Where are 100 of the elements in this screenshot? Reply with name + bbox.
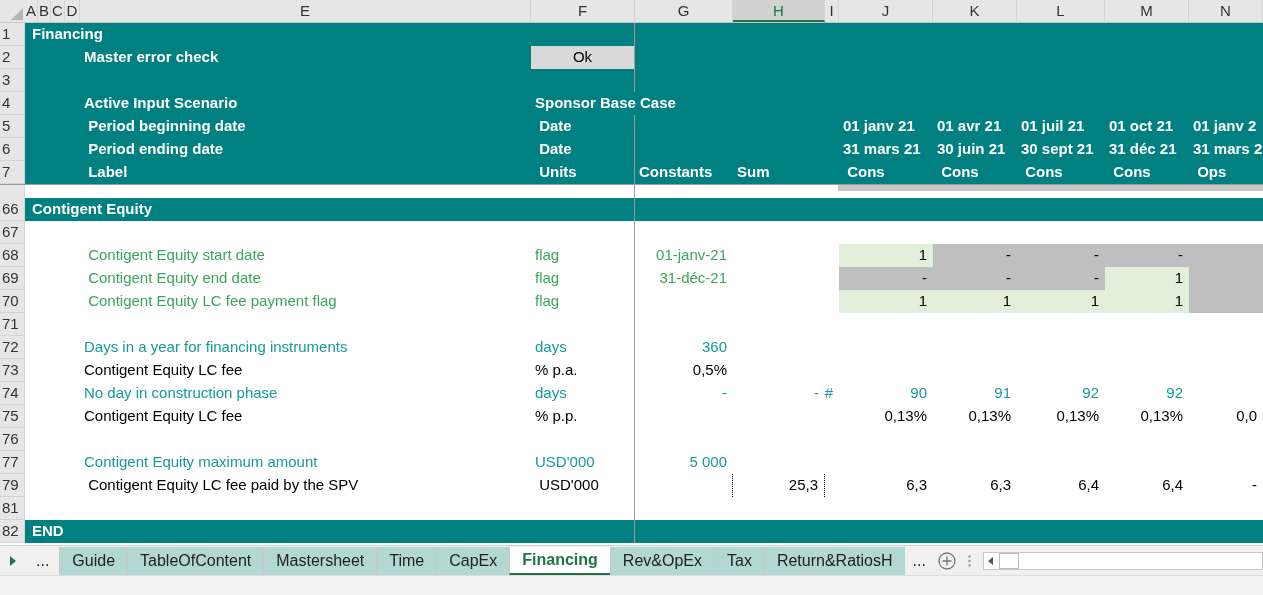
sheet-tab[interactable]: Mastersheet: [263, 546, 377, 575]
column-header[interactable]: N: [1189, 0, 1263, 22]
row-label: Master error check: [84, 47, 219, 68]
row-number[interactable]: 1: [0, 23, 25, 46]
unit-label: USD'000: [538, 475, 599, 496]
row-number[interactable]: 70: [0, 290, 25, 313]
cell-value: -: [722, 383, 727, 404]
row-number[interactable]: 79: [0, 474, 25, 497]
unit-label: flag: [535, 268, 560, 289]
cell-value: #: [824, 383, 833, 404]
cell-value: 6,4: [1162, 475, 1183, 496]
unit-label: Date: [538, 116, 572, 137]
period-heading: 01 avr 21: [937, 116, 1002, 137]
sum-cell[interactable]: 25,3: [733, 474, 825, 497]
horizontal-scrollbar[interactable]: [982, 551, 1263, 570]
scroll-left-icon[interactable]: [987, 556, 993, 565]
row-label: Contigent Equity maximum amount: [84, 452, 318, 473]
row-header[interactable]: [0, 185, 25, 198]
row-number[interactable]: 69: [0, 267, 25, 290]
section-title: Financing: [32, 24, 103, 45]
row-number[interactable]: 72: [0, 336, 25, 359]
scrollbar-thumb[interactable]: [998, 552, 1019, 569]
row-label: Contigent Equity LC fee paid by the SPV: [87, 475, 359, 496]
flag-cell[interactable]: -: [933, 267, 1017, 290]
period-heading: 01 janv 21: [843, 116, 915, 137]
row-number[interactable]: 71: [0, 313, 25, 336]
more-sheets[interactable]: ...: [36, 548, 50, 573]
period-heading: Cons: [846, 162, 885, 183]
sheet-tab[interactable]: TableOfContent: [127, 546, 264, 575]
period-heading: 01 oct 21: [1109, 116, 1174, 137]
column-heading: Sum: [737, 162, 770, 183]
row-number[interactable]: 5: [0, 115, 25, 138]
sheet-tab[interactable]: Return&RatiosH: [763, 546, 905, 575]
row-number[interactable]: 74: [0, 382, 25, 405]
row-label: No day in construction phase: [84, 383, 278, 404]
sheet-tab[interactable]: Rev&OpEx: [609, 546, 714, 575]
sheet-tab[interactable]: Time: [376, 546, 437, 575]
row-number[interactable]: 76: [0, 428, 25, 451]
flag-cell[interactable]: 1: [1105, 290, 1189, 313]
cell-value: 92: [1166, 383, 1183, 404]
column-header[interactable]: L: [1017, 0, 1105, 22]
flag-cell[interactable]: -: [933, 244, 1017, 267]
section-title: END: [32, 521, 64, 542]
cell-value: 92: [1082, 383, 1099, 404]
row-number[interactable]: 4: [0, 92, 25, 115]
column-header[interactable]: I: [825, 0, 839, 22]
flag-cell[interactable]: 1: [933, 290, 1017, 313]
row-label: Days in a year for financing instruments: [84, 337, 348, 358]
row-number[interactable]: 82: [0, 520, 25, 543]
drag-handle-icon[interactable]: [967, 554, 971, 567]
unit-label: % p.a.: [535, 360, 578, 381]
row-number[interactable]: 81: [0, 497, 25, 520]
column-header[interactable]: B: [38, 0, 51, 22]
column-header[interactable]: J: [839, 0, 933, 22]
row-number[interactable]: 3: [0, 69, 25, 92]
flag-cell[interactable]: -: [1017, 267, 1105, 290]
sheet-tab[interactable]: Financing: [509, 546, 610, 575]
row-number[interactable]: 66: [0, 198, 25, 221]
row-number[interactable]: 67: [0, 221, 25, 244]
flag-cell[interactable]: [1189, 290, 1263, 313]
column-header[interactable]: F: [531, 0, 635, 22]
flag-cell[interactable]: -: [1017, 244, 1105, 267]
column-header[interactable]: E: [80, 0, 531, 22]
add-sheet-icon[interactable]: [937, 551, 956, 570]
more-sheets[interactable]: ...: [912, 548, 926, 573]
column-header[interactable]: A: [25, 0, 38, 22]
sheet-tab[interactable]: Tax: [714, 546, 764, 575]
cell-value: 6,4: [1078, 475, 1099, 496]
row-number[interactable]: 75: [0, 405, 25, 428]
cell-value: 0,13%: [968, 406, 1011, 427]
row-number[interactable]: 73: [0, 359, 25, 382]
cell-value: 90: [910, 383, 927, 404]
unit-label: days: [535, 383, 567, 404]
cell-value: -: [814, 383, 819, 404]
flag-cell[interactable]: -: [839, 267, 933, 290]
column-header[interactable]: D: [65, 0, 80, 22]
column-header[interactable]: M: [1105, 0, 1189, 22]
sheet-tab[interactable]: Guide: [59, 546, 128, 575]
cell-value: 31-déc-21: [659, 268, 727, 289]
column-header[interactable]: K: [933, 0, 1017, 22]
column-heading: Constants: [639, 162, 713, 183]
period-heading: Cons: [1112, 162, 1151, 183]
unit-label: Date: [538, 139, 572, 160]
row-number[interactable]: 6: [0, 138, 25, 161]
select-all-icon[interactable]: [11, 8, 23, 20]
column-header[interactable]: H: [733, 0, 825, 22]
row-number[interactable]: 77: [0, 451, 25, 474]
flag-cell[interactable]: 1: [839, 290, 933, 313]
flag-cell[interactable]: -: [1105, 244, 1189, 267]
column-header[interactable]: C: [51, 0, 65, 22]
flag-cell[interactable]: 1: [1017, 290, 1105, 313]
sheet-tab[interactable]: CapEx: [436, 546, 510, 575]
row-number[interactable]: 2: [0, 46, 25, 69]
scroll-right-icon[interactable]: [10, 555, 16, 566]
flag-cell[interactable]: 1: [839, 244, 933, 267]
cell-value: 6,3: [906, 475, 927, 496]
period-heading: 30 sept 21: [1021, 139, 1094, 160]
row-number[interactable]: 7: [0, 161, 25, 184]
row-number[interactable]: 68: [0, 244, 25, 267]
flag-cell[interactable]: 1: [1105, 267, 1189, 290]
